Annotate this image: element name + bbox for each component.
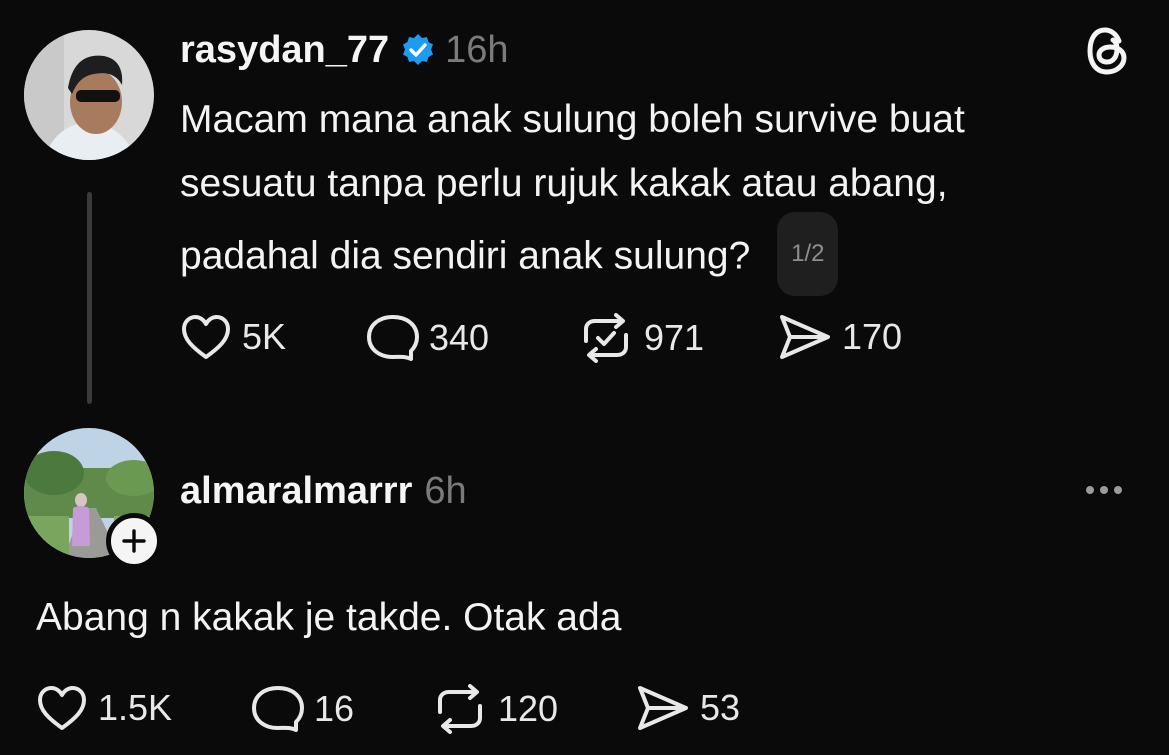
reply-body: Abang n kakak je takde. Otak ada [36,596,622,639]
follow-button[interactable] [106,513,162,569]
more-icon[interactable] [1086,486,1122,494]
repost-icon [432,684,488,734]
reply-repost-button[interactable]: 120 [432,684,558,734]
threads-logo-icon[interactable] [1086,27,1130,75]
plus-icon [121,528,147,554]
post-text-line-3-text: padahal dia sendiri anak sulung? [180,234,751,278]
verified-badge-icon [401,33,435,67]
page-indicator-badge[interactable]: 1/2 [777,212,839,296]
heart-icon [36,684,88,732]
reply-header: almaralmarrr 6h [180,467,467,515]
comment-icon [252,684,304,734]
share-button[interactable]: 170 [778,313,902,361]
repost-icon [578,313,634,363]
reply-username-label[interactable]: almaralmarrr [180,470,412,513]
share-icon [778,313,832,361]
reply-repost-count: 120 [498,688,559,729]
reply-reply-button[interactable]: 16 [252,684,354,734]
like-count: 5K [242,316,287,357]
reply-reply-count: 16 [314,688,355,729]
post-time: 16h [445,28,509,71]
avatar-rasydan[interactable] [24,30,154,160]
post-text-line-3: padahal dia sendiri anak sulung? 1/2 [180,212,1140,300]
reply-button[interactable]: 340 [367,313,489,363]
post-text-line-2: sesuatu tanpa perlu rujuk kakak atau aba… [180,162,948,205]
reply-share-button[interactable]: 53 [636,684,740,732]
thread-connector-line [87,192,92,404]
reply-like-count: 1.5K [98,687,173,728]
post-header: rasydan_77 16h [180,26,509,74]
heart-icon [180,313,232,361]
share-count: 170 [842,316,903,357]
comment-icon [367,313,419,363]
username-label[interactable]: rasydan_77 [180,29,389,72]
share-icon [636,684,690,732]
repost-count: 971 [644,317,705,358]
post-text-line-1: Macam mana anak sulung boleh survive bua… [180,98,965,141]
post-body: Macam mana anak sulung boleh survive bua… [180,88,1140,300]
like-button[interactable]: 5K [180,313,286,361]
reply-like-button[interactable]: 1.5K [36,684,172,732]
reply-count: 340 [429,317,490,358]
repost-button[interactable]: 971 [578,313,704,363]
reply-time: 6h [424,469,467,512]
reply-share-count: 53 [700,687,741,728]
